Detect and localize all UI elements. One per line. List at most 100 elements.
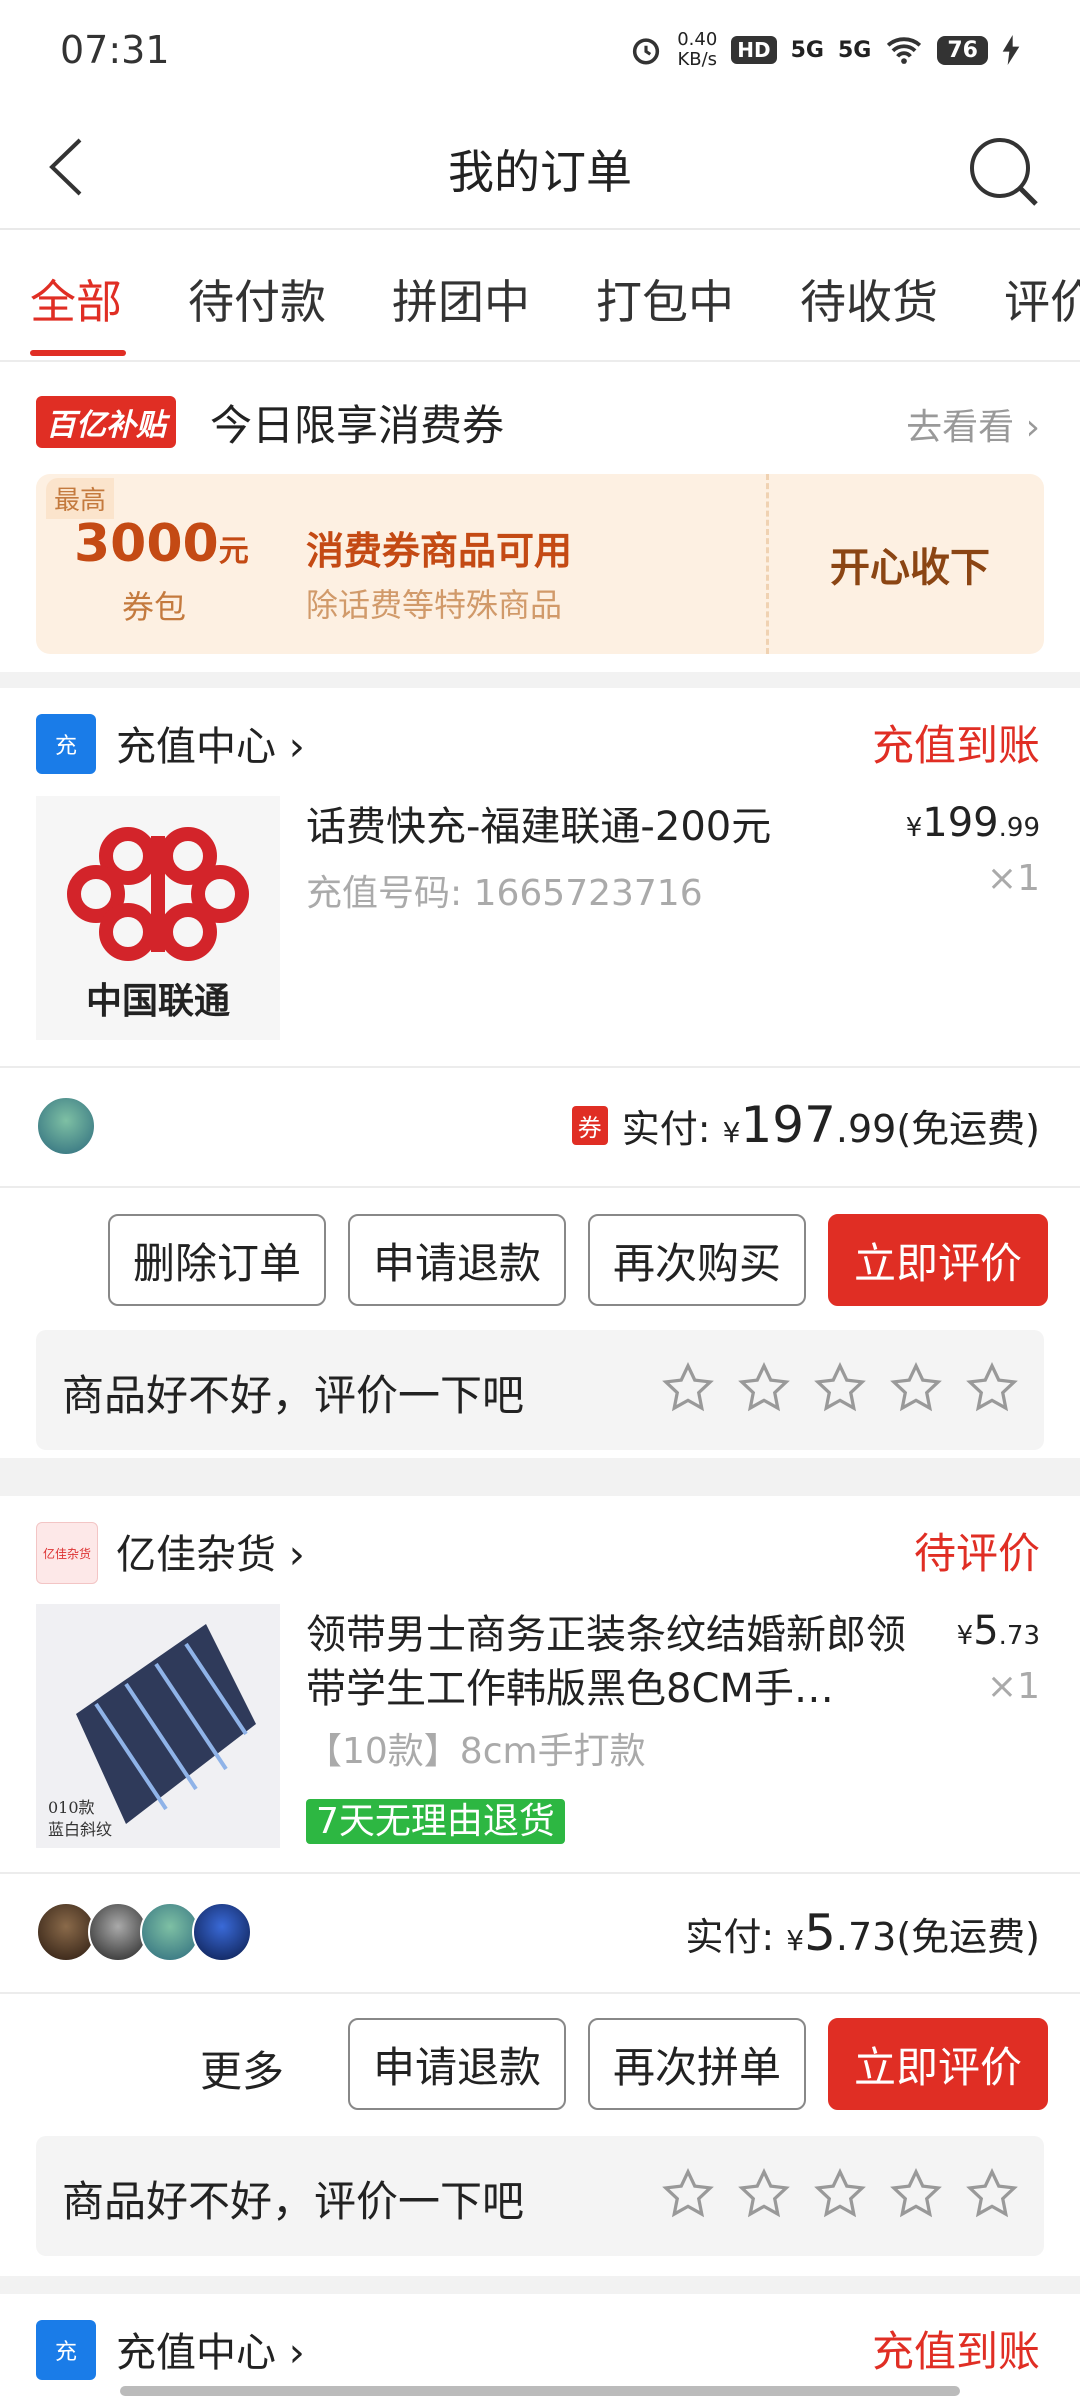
shop-name[interactable]: 充值中心 › — [116, 2320, 305, 2378]
home-indicator[interactable] — [120, 2386, 960, 2396]
action-row: 删除订单 申请退款 再次购买 立即评价 — [0, 1214, 1080, 1306]
paid-label: 实付: — [621, 1107, 711, 1151]
product-variant: 【10款】8cm手打款 — [306, 1731, 646, 1772]
review-now-button[interactable]: 立即评价 — [828, 1214, 1048, 1306]
shop-name[interactable]: 亿佳杂货 › — [116, 1522, 305, 1580]
star-icon[interactable] — [964, 2166, 1020, 2222]
net-speed-value: 0.40 — [677, 29, 718, 50]
signal-2: 5G — [838, 37, 872, 63]
recharge-center-icon: 充 — [36, 714, 96, 774]
paid-amount: 实付: ¥5.73(免运费) — [685, 1904, 1040, 1962]
order-status: 充值到账 — [871, 721, 1040, 770]
unit-price: ¥199.99 — [906, 800, 1040, 846]
quantity: ×1 — [986, 858, 1040, 899]
price-currency: ¥ — [905, 813, 923, 843]
order-status: 充值到账 — [871, 2327, 1040, 2376]
star-icon[interactable] — [736, 2166, 792, 2222]
star-rating — [660, 1360, 1020, 1416]
paid-decimal: .99 — [835, 1107, 897, 1151]
status-icons: 0.40 KB/s HD 5G 5G 76 — [629, 30, 1020, 70]
star-icon[interactable] — [660, 2166, 716, 2222]
product-thumbnail[interactable]: 中国联通 — [36, 796, 280, 1040]
app-header: 我的订单 — [0, 110, 1080, 230]
coupon-tag: 券 — [571, 1106, 608, 1145]
recharge-number: 充值号码: 1665723716 — [306, 873, 703, 914]
paid-note: (免运费) — [896, 1107, 1040, 1151]
status-bar: 07:31 0.40 KB/s HD 5G 5G 76 — [0, 0, 1080, 110]
unicom-text: 中国联通 — [85, 981, 230, 1022]
rating-prompt: 商品好不好，评价一下吧 — [62, 2177, 525, 2226]
return-policy-text: 7天无理由退货 — [306, 1799, 565, 1844]
coupon-amount-value: 3000 — [74, 514, 219, 574]
shop-name[interactable]: 充值中心 › — [116, 714, 305, 772]
divider — [0, 1992, 1080, 1994]
star-rating — [660, 2166, 1020, 2222]
more-button[interactable]: 更多 — [200, 2038, 284, 2099]
signal-1: 5G — [790, 37, 824, 63]
order-status: 待评价 — [913, 1529, 1040, 1578]
net-speed-unit: KB/s — [677, 49, 718, 70]
tab-all[interactable]: 全部 — [30, 266, 122, 332]
shop-logo: 亿佳杂货 — [36, 1522, 98, 1584]
tab-group-buying[interactable]: 拼团中 — [392, 266, 530, 332]
wifi-icon — [887, 37, 922, 64]
coupon-pack-label: 券包 — [122, 588, 187, 626]
page-title: 我的订单 — [448, 145, 632, 199]
star-icon[interactable] — [660, 1360, 716, 1416]
delete-order-button[interactable]: 删除订单 — [108, 1214, 326, 1306]
coupon-main-text: 消费券商品可用 — [306, 529, 573, 573]
price-decimal: .99 — [998, 813, 1040, 843]
coupon-amount-unit: 元 — [218, 534, 249, 569]
paid-decimal: .73 — [835, 1915, 897, 1959]
buy-again-button[interactable]: 再次购买 — [588, 1214, 806, 1306]
avatar — [88, 1902, 148, 1962]
rating-box: 商品好不好，评价一下吧 — [36, 2136, 1044, 2256]
star-icon[interactable] — [812, 2166, 868, 2222]
paid-amount: 券实付: ¥197.99(免运费) — [571, 1096, 1040, 1154]
tab-review[interactable]: 评价 — [1004, 266, 1080, 332]
star-icon[interactable] — [812, 1360, 868, 1416]
paid-integer: 197 — [740, 1096, 836, 1154]
quantity: ×1 — [986, 1666, 1040, 1707]
charging-icon — [1002, 35, 1020, 65]
subsidy-badge: 百亿补贴 — [36, 396, 176, 448]
product-title[interactable]: 话费快充-福建联通-200元 — [306, 800, 896, 854]
shop-icon-text: 充 — [54, 734, 77, 759]
alarm-icon — [633, 38, 660, 65]
paid-integer: 5 — [804, 1904, 836, 1962]
paid-note: (免运费) — [896, 1915, 1040, 1959]
claim-coupon-button[interactable]: 开心收下 — [776, 474, 1044, 654]
coupon-sub-text: 除话费等特殊商品 — [306, 586, 563, 624]
recharge-center-icon: 充 — [36, 2320, 96, 2380]
review-now-button[interactable]: 立即评价 — [828, 2018, 1048, 2110]
group-buy-again-button[interactable]: 再次拼单 — [588, 2018, 806, 2110]
product-thumbnail[interactable]: 010款 蓝白斜纹 — [36, 1604, 280, 1848]
search-icon[interactable] — [964, 132, 1044, 212]
star-icon[interactable] — [888, 1360, 944, 1416]
coupon-amount: 3000元 — [74, 514, 249, 574]
order-card: 充 充值中心 › 充值到账 — [0, 2294, 1080, 2400]
star-icon[interactable] — [736, 1360, 792, 1416]
paid-label: 实付: — [685, 1915, 775, 1959]
shop-logo-text: 亿佳杂货 — [42, 1546, 91, 1561]
request-refund-button[interactable]: 申请退款 — [348, 2018, 566, 2110]
tab-to-receive[interactable]: 待收货 — [800, 266, 938, 332]
paid-currency: ¥ — [722, 1116, 741, 1149]
return-policy-tag: 7天无理由退货 — [306, 1792, 565, 1844]
avatar — [192, 1902, 252, 1962]
divider — [0, 1066, 1080, 1068]
request-refund-button[interactable]: 申请退款 — [348, 1214, 566, 1306]
coupon-more-link[interactable]: 去看看 › — [906, 398, 1040, 450]
coupon-box[interactable]: 最高 3000元 券包 消费券商品可用 除话费等特殊商品 开心收下 — [36, 474, 1044, 654]
star-icon[interactable] — [888, 2166, 944, 2222]
status-time: 07:31 — [60, 28, 170, 72]
star-icon[interactable] — [964, 1360, 1020, 1416]
coupon-divider — [766, 474, 769, 654]
unit-price: ¥5.73 — [957, 1608, 1040, 1654]
product-title[interactable]: 领带男士商务正装条纹结婚新郎领带学生工作韩版黑色8CM手… — [306, 1608, 906, 1716]
coupon-title: 今日限享消费券 — [210, 401, 505, 450]
tab-pending-payment[interactable]: 待付款 — [188, 266, 326, 332]
battery-level: 76 — [937, 35, 988, 65]
paid-currency: ¥ — [786, 1924, 805, 1957]
tab-packing[interactable]: 打包中 — [596, 266, 734, 332]
